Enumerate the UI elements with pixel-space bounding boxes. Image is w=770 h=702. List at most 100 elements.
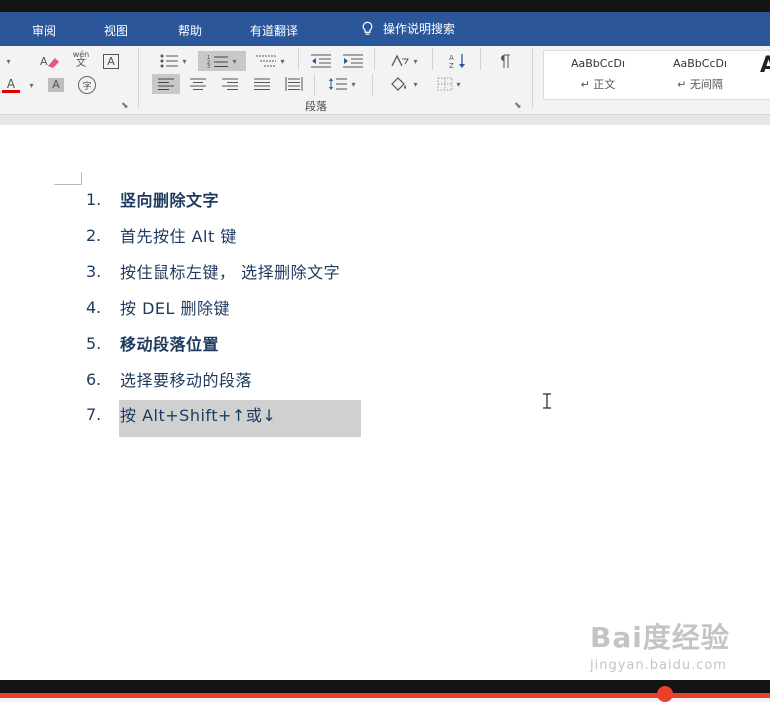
list-item[interactable]: 1. 竖向删除文字 [86, 187, 219, 211]
group-separator [138, 48, 139, 108]
font-color-icon: A [6, 76, 16, 91]
group-separator [298, 48, 299, 70]
list-item-text: 移动段落位置 [120, 335, 220, 354]
text-cursor-icon [543, 393, 551, 409]
show-hide-marks-button[interactable] [492, 51, 518, 71]
line-spacing-icon [329, 78, 348, 90]
font-color-button[interactable]: A [0, 75, 22, 95]
list-item-text: 按住鼠标左键， 选择删除文字 [120, 263, 341, 282]
bullets-button[interactable]: ▾ [152, 51, 194, 71]
character-shading-icon: A [48, 78, 64, 92]
list-item-text: 按 Alt+Shift+↑或↓ [120, 406, 277, 425]
paint-bucket-icon [391, 77, 407, 91]
ribbon-document-gap [0, 115, 770, 125]
paragraph-dialog-launcher-icon[interactable]: ⬊ [514, 101, 522, 111]
borders-icon [437, 77, 453, 91]
watermark-logo: Bai度经验 [590, 621, 730, 654]
align-center-icon [190, 78, 206, 90]
enclose-characters-icon: 字 [78, 76, 96, 94]
list-item[interactable]: 2. 首先按住 Alt 键 [86, 223, 237, 247]
group-separator [314, 74, 315, 96]
style-no-spacing-label: ↵ 无间隔 [677, 78, 723, 91]
font-color-swatch [2, 89, 20, 93]
tab-youdao-translate[interactable]: 有道翻译 [250, 22, 298, 39]
justify-button[interactable] [248, 74, 276, 94]
font-dialog-launcher-icon[interactable]: ⬊ [121, 101, 129, 111]
ribbon-toolbar: ▾ A wén 文 A A ▾ A 字 ⬊ ▾ 123 ▾ ▾ ▾ A Z ▾ … [0, 46, 770, 115]
ribbon-tab-bar: 审阅 视图 帮助 有道翻译 操作说明搜索 [0, 12, 770, 46]
video-progress-handle[interactable] [657, 686, 673, 702]
style-heading-preview[interactable]: A [760, 53, 770, 78]
font-size-dropdown[interactable]: ▾ [0, 51, 14, 71]
list-item[interactable]: 4. 按 DEL 删除键 [86, 295, 230, 319]
svg-text:3: 3 [207, 64, 210, 68]
numbering-icon: 123 [207, 55, 229, 68]
tab-review[interactable]: 审阅 [32, 22, 56, 39]
clear-formatting-button[interactable]: A [36, 51, 64, 71]
list-item-number: 7. [86, 404, 102, 424]
tab-help[interactable]: 帮助 [178, 22, 202, 39]
font-color-dropdown[interactable]: ▾ [24, 75, 36, 95]
list-item-text: 按 DEL 删除键 [120, 299, 231, 318]
video-top-bar [0, 0, 770, 12]
shading-button[interactable]: ▾ [382, 74, 424, 94]
paragraph-mark-icon [501, 54, 510, 68]
character-border-button[interactable]: A [100, 51, 122, 71]
character-shading-button[interactable]: A [44, 75, 68, 95]
svg-text:A: A [449, 54, 454, 62]
distributed-icon [285, 77, 303, 91]
sort-button[interactable]: AZ [444, 51, 472, 71]
tell-me-search[interactable]: 操作说明搜索 [360, 20, 455, 37]
list-item[interactable]: 5. 移动段落位置 [86, 331, 219, 355]
tell-me-label: 操作说明搜索 [383, 22, 456, 36]
list-item[interactable]: 6. 选择要移动的段落 [86, 367, 252, 391]
list-item[interactable]: 3. 按住鼠标左键， 选择删除文字 [86, 259, 340, 283]
list-item-number: 2. [86, 225, 102, 245]
svg-text:Z: Z [449, 62, 454, 69]
list-item-number: 3. [86, 261, 102, 281]
chinese-layout-icon [391, 54, 410, 67]
chinese-layout-button[interactable]: ▾ [384, 51, 424, 71]
style-normal[interactable]: AaBbCcDı ↵ 正文 [548, 57, 648, 92]
group-separator [374, 48, 375, 70]
styles-gallery: AaBbCcDı ↵ 正文 AaBbCcDı ↵ 无间隔 A [543, 50, 770, 100]
decrease-indent-button[interactable] [308, 51, 334, 71]
lightbulb-icon [362, 21, 373, 35]
baidu-jingyan-watermark: Bai度经验 jingyan.baidu.com [590, 616, 730, 673]
multilevel-list-button[interactable]: ▾ [250, 51, 290, 71]
align-right-button[interactable] [216, 74, 244, 94]
multilevel-list-icon [256, 55, 277, 67]
enclose-characters-button[interactable]: 字 [74, 75, 100, 95]
align-left-button[interactable] [152, 74, 180, 94]
group-separator [432, 48, 433, 70]
distributed-button[interactable] [280, 74, 308, 94]
group-separator [372, 74, 373, 96]
borders-button[interactable]: ▾ [428, 74, 470, 94]
phonetic-guide-button[interactable]: wén 文 [68, 49, 94, 69]
style-no-spacing[interactable]: AaBbCcDı ↵ 无间隔 [650, 57, 750, 92]
tab-view[interactable]: 视图 [104, 22, 128, 39]
line-spacing-button[interactable]: ▾ [322, 74, 362, 94]
list-item-text: 选择要移动的段落 [120, 371, 253, 390]
list-item-number: 6. [86, 369, 102, 389]
align-left-icon [158, 78, 174, 90]
list-item-text: 竖向删除文字 [120, 191, 220, 210]
watermark-url: jingyan.baidu.com [590, 658, 727, 673]
list-item-number: 4. [86, 297, 102, 317]
align-right-icon [222, 78, 238, 90]
list-item[interactable]: 7. 按 Alt+Shift+↑或↓ [86, 402, 276, 426]
list-item-number: 1. [86, 189, 102, 209]
numbering-button[interactable]: 123 ▾ [198, 51, 246, 71]
justify-icon [254, 78, 270, 90]
increase-indent-icon [343, 54, 363, 68]
list-item-text: 首先按住 Alt 键 [120, 227, 237, 246]
clear-formatting-icon: A [40, 55, 59, 68]
style-normal-preview: AaBbCcDı [570, 57, 626, 70]
align-center-button[interactable] [184, 74, 212, 94]
video-progress-bar[interactable] [0, 693, 770, 698]
group-separator [480, 48, 481, 70]
style-no-spacing-preview: AaBbCcDı [672, 57, 728, 70]
increase-indent-button[interactable] [340, 51, 366, 71]
paragraph-group-label: 段落 [305, 100, 327, 113]
bullets-icon [160, 54, 179, 68]
